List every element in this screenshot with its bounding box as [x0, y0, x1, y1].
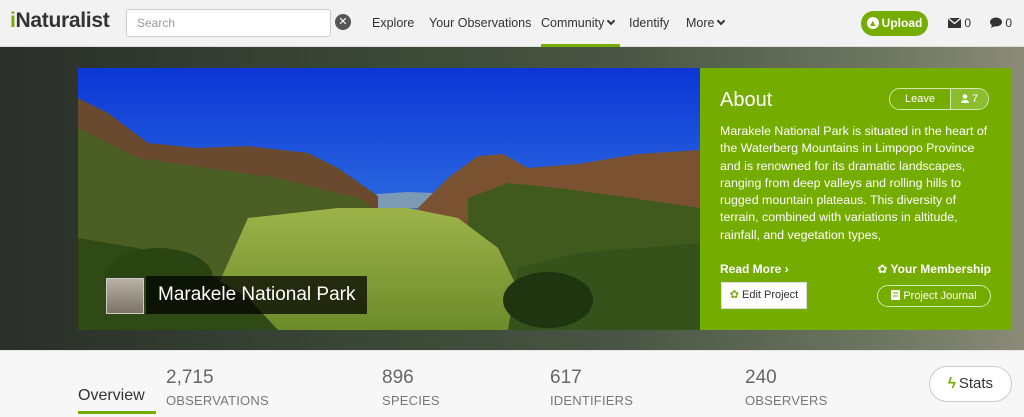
comment-icon [990, 17, 1002, 28]
stat-value: 2,715 [166, 367, 214, 388]
stat-observations[interactable]: 2,715 OBSERVATIONS [166, 367, 269, 408]
read-more-link[interactable]: Read More › [720, 262, 789, 276]
tab-overview[interactable]: Overview [78, 387, 156, 414]
inaturalist-logo[interactable]: iNaturalist [10, 9, 110, 33]
stat-value: 240 [745, 367, 777, 388]
comments-count: 0 [1005, 16, 1013, 30]
gear-icon: ✿ [729, 289, 739, 301]
search-input[interactable] [126, 9, 331, 37]
chevron-down-icon [606, 16, 616, 26]
nav-explore[interactable]: Explore [372, 16, 414, 30]
stat-value: 896 [382, 367, 414, 388]
nav-community[interactable]: Community [541, 16, 620, 47]
stats-button[interactable]: ϟ Stats [929, 366, 1012, 402]
stat-label: SPECIES [382, 393, 440, 408]
nav-more[interactable]: More [686, 16, 726, 30]
stat-label: OBSERVATIONS [166, 393, 269, 408]
upload-button[interactable]: ▲ Upload [861, 11, 928, 36]
project-avatar[interactable] [106, 278, 144, 314]
messages-link[interactable]: 0 [947, 16, 972, 30]
stat-observers[interactable]: 240 OBSERVERS [745, 367, 827, 408]
leave-button[interactable]: Leave [890, 89, 951, 109]
chevron-right-icon: › [784, 262, 789, 276]
envelope-icon [947, 17, 962, 28]
close-circle-icon[interactable]: ✕ [335, 14, 351, 30]
project-title: Marakele National Park [146, 276, 368, 314]
stat-label: IDENTIFIERS [550, 393, 634, 408]
nav-your-observations[interactable]: Your Observations [429, 16, 531, 30]
nav-identify[interactable]: Identify [629, 16, 669, 30]
your-membership-link[interactable]: ✿ Your Membership [877, 262, 991, 276]
comments-link[interactable]: 0 [990, 16, 1012, 30]
about-description: Marakele National Park is situated in th… [720, 124, 988, 242]
project-stats-bar: Overview 2,715 OBSERVATIONS 896 SPECIES … [0, 350, 1024, 417]
chevron-down-icon [717, 16, 726, 26]
upload-arrow-icon: ▲ [866, 17, 879, 29]
project-journal-button[interactable]: Project Journal [877, 285, 991, 307]
members-count-badge[interactable]: 7 [950, 89, 989, 109]
edit-project-button[interactable]: ✿ Edit Project [721, 282, 807, 309]
stat-species[interactable]: 896 SPECIES [382, 367, 440, 408]
messages-count: 0 [964, 16, 972, 30]
about-heading: About [720, 89, 773, 111]
about-panel: About Leave 7 Marakele National Park is … [700, 68, 1012, 330]
lightning-icon: ϟ [947, 375, 956, 392]
stat-value: 617 [550, 367, 582, 388]
membership-controls: Leave 7 [889, 88, 990, 110]
stat-identifiers[interactable]: 617 IDENTIFIERS [550, 367, 633, 408]
top-navbar: iNaturalist ✕ Explore Your Observations … [0, 0, 1024, 47]
gear-icon: ✿ [877, 262, 888, 276]
journal-icon [891, 290, 901, 300]
stat-label: OBSERVERS [745, 393, 828, 408]
user-icon [960, 94, 969, 103]
